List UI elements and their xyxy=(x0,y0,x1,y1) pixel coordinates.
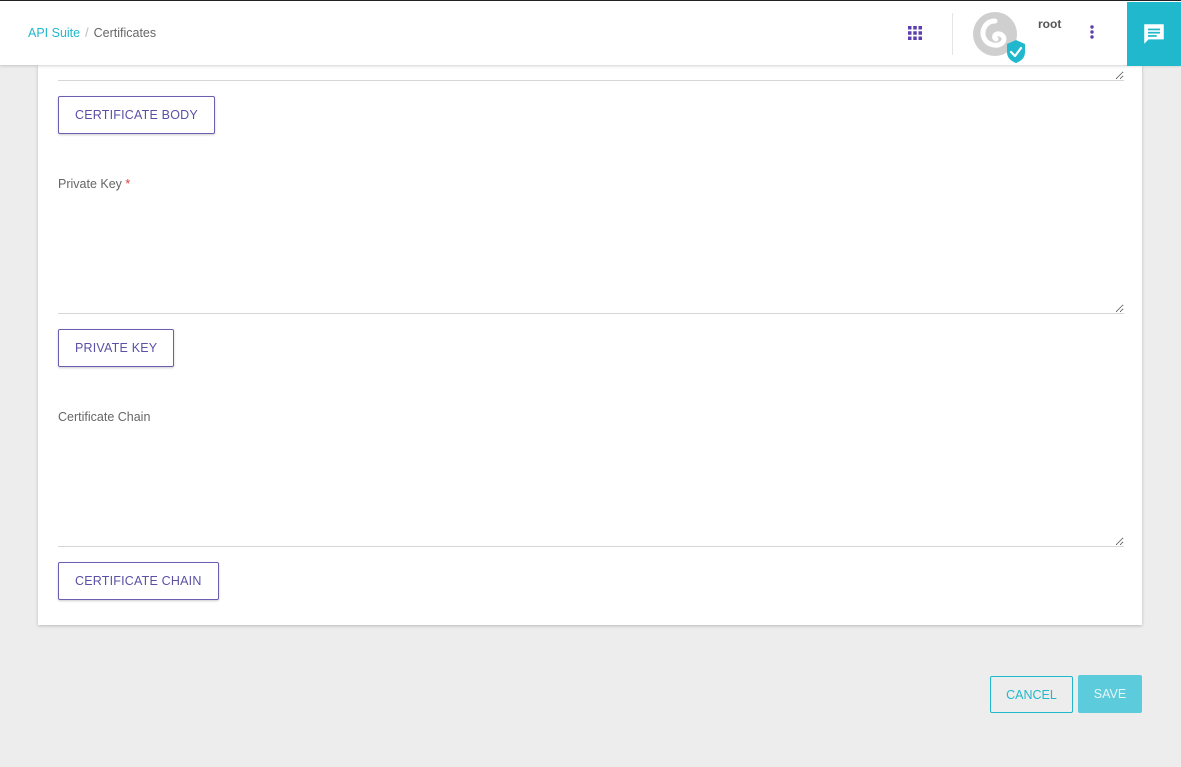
more-vertical-icon[interactable] xyxy=(1083,23,1101,41)
private-key-field xyxy=(58,199,1124,314)
private-key-label-text: Private Key xyxy=(58,177,122,191)
top-header: API Suite / Certificates root xyxy=(0,0,1181,66)
username-label: root xyxy=(1038,17,1062,31)
certificate-chain-label: Certificate Chain xyxy=(58,410,151,424)
user-avatar[interactable] xyxy=(970,11,1026,63)
private-key-textarea[interactable] xyxy=(58,199,1124,314)
private-key-label: Private Key * xyxy=(58,177,130,191)
certificate-chain-field xyxy=(58,432,1124,547)
breadcrumb-current-page: Certificates xyxy=(93,26,157,40)
required-marker: * xyxy=(125,177,131,191)
certificate-body-upload-button[interactable]: CERTIFICATE BODY xyxy=(58,96,215,134)
cancel-button[interactable]: CANCEL xyxy=(990,676,1073,713)
certificate-form-card: CERTIFICATE BODY Private Key * PRIVATE K… xyxy=(38,45,1142,625)
certificate-chain-textarea[interactable] xyxy=(58,432,1124,547)
breadcrumb-separator: / xyxy=(85,26,89,40)
breadcrumb: API Suite / Certificates xyxy=(28,26,156,40)
chat-message-icon xyxy=(1144,24,1164,44)
verified-badge-icon xyxy=(1007,40,1025,63)
apps-grid-icon[interactable] xyxy=(907,25,923,41)
chat-button[interactable] xyxy=(1127,2,1181,66)
header-divider xyxy=(952,13,953,55)
certificate-chain-upload-button[interactable]: CERTIFICATE CHAIN xyxy=(58,562,219,600)
save-button[interactable]: SAVE xyxy=(1078,675,1142,713)
private-key-upload-button[interactable]: PRIVATE KEY xyxy=(58,329,175,367)
breadcrumb-link-api-suite[interactable]: API Suite xyxy=(28,26,80,40)
